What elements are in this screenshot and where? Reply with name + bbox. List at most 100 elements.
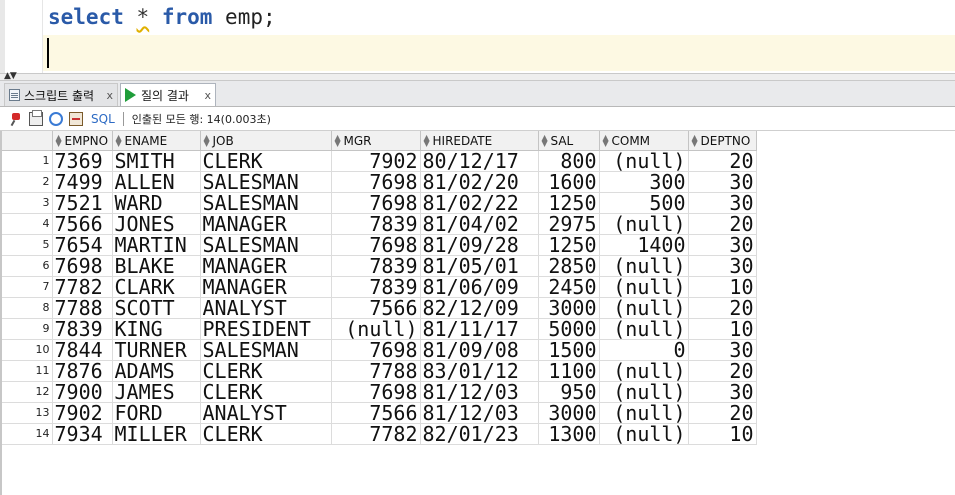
table-row[interactable]: 6 7698 BLAKE MANAGER 7839 81/05/01 2850 (null) 3… [2,255,757,277]
cell-deptno[interactable]: 30 [688,171,757,193]
cell-comm[interactable]: (null) [599,402,689,424]
cell-comm[interactable]: 1400 [599,234,689,256]
cell-hiredate[interactable]: 81/06/09 [420,276,539,298]
sort-icon[interactable]: ▲ ▼ [56,134,64,148]
table-row[interactable]: 14 7934 MILLER CLERK 7782 82/01/23 1300 (null) 1… [2,423,757,445]
table-row[interactable]: 5 7654 MARTIN SALESMAN 7698 81/09/28 1250 1400 3… [2,234,757,256]
column-header-comm[interactable]: ▲ ▼ COMM [599,131,689,151]
cell-job[interactable]: CLERK [200,360,332,382]
sort-icon[interactable]: ▲ ▼ [692,134,700,148]
cell-comm[interactable]: 300 [599,171,689,193]
cell-job[interactable]: SALESMAN [200,171,332,193]
sort-icon[interactable]: ▲ ▼ [204,134,212,148]
cell-mgr[interactable]: (null) [331,318,421,340]
cell-hiredate[interactable]: 81/02/22 [420,192,539,214]
cell-empno[interactable]: 7876 [52,360,113,382]
close-icon[interactable]: x [106,89,113,102]
cell-hiredate[interactable]: 80/12/17 [420,150,539,172]
cell-empno[interactable]: 7844 [52,339,113,361]
cell-ename[interactable]: SCOTT [112,297,201,319]
sort-icon[interactable]: ▲ ▼ [424,134,432,148]
cell-ename[interactable]: SMITH [112,150,201,172]
cell-mgr[interactable]: 7782 [331,423,421,445]
export-icon[interactable] [69,111,83,126]
cell-empno[interactable]: 7788 [52,297,113,319]
cell-mgr[interactable]: 7902 [331,150,421,172]
cell-hiredate[interactable]: 81/04/02 [420,213,539,235]
cell-mgr[interactable]: 7698 [331,171,421,193]
cell-job[interactable]: MANAGER [200,276,332,298]
cell-mgr[interactable]: 7788 [331,360,421,382]
cell-mgr[interactable]: 7698 [331,234,421,256]
cell-ename[interactable]: FORD [112,402,201,424]
table-row[interactable]: 2 7499 ALLEN SALESMAN 7698 81/02/20 1600 300 30 [2,171,757,193]
cell-comm[interactable]: (null) [599,318,689,340]
cell-comm[interactable]: 0 [599,339,689,361]
code-line[interactable]: select * from emp; [48,5,276,29]
table-row[interactable]: 3 7521 WARD SALESMAN 7698 81/02/22 1250 500 30 [2,192,757,214]
cell-empno[interactable]: 7499 [52,171,113,193]
cell-hiredate[interactable]: 82/12/09 [420,297,539,319]
cell-ename[interactable]: JONES [112,213,201,235]
cell-job[interactable]: ANALYST [200,297,332,319]
tab-query-result[interactable]: 질의 결과 x [120,83,216,106]
cell-ename[interactable]: ADAMS [112,360,201,382]
cell-empno[interactable]: 7782 [52,276,113,298]
cell-sal[interactable]: 3000 [538,402,600,424]
cell-comm[interactable]: (null) [599,150,689,172]
cell-comm[interactable]: (null) [599,213,689,235]
cell-job[interactable]: CLERK [200,423,332,445]
cell-job[interactable]: MANAGER [200,213,332,235]
sql-editor[interactable]: select * from emp; [0,0,955,73]
cell-deptno[interactable]: 20 [688,213,757,235]
cell-ename[interactable]: JAMES [112,381,201,403]
cell-deptno[interactable]: 20 [688,402,757,424]
cell-empno[interactable]: 7566 [52,213,113,235]
cell-deptno[interactable]: 30 [688,339,757,361]
cell-ename[interactable]: MILLER [112,423,201,445]
sql-button[interactable]: SQL [91,112,115,126]
cell-comm[interactable]: (null) [599,360,689,382]
sort-icon[interactable]: ▲ ▼ [116,134,124,148]
cell-sal[interactable]: 2450 [538,276,600,298]
refresh-icon[interactable] [49,111,63,126]
cell-job[interactable]: PRESIDENT [200,318,332,340]
cell-deptno[interactable]: 30 [688,234,757,256]
cell-ename[interactable]: TURNER [112,339,201,361]
cell-mgr[interactable]: 7566 [331,297,421,319]
column-header-hiredate[interactable]: ▲ ▼ HIREDATE [420,131,539,151]
cell-sal[interactable]: 1300 [538,423,600,445]
cell-hiredate[interactable]: 81/12/03 [420,402,539,424]
column-header-job[interactable]: ▲ ▼ JOB [200,131,332,151]
cell-ename[interactable]: BLAKE [112,255,201,277]
cell-sal[interactable]: 1100 [538,360,600,382]
cell-empno[interactable]: 7698 [52,255,113,277]
column-header-mgr[interactable]: ▲ ▼ MGR [331,131,421,151]
cell-job[interactable]: SALESMAN [200,339,332,361]
cell-sal[interactable]: 1600 [538,171,600,193]
cell-sal[interactable]: 1250 [538,192,600,214]
cell-hiredate[interactable]: 81/02/20 [420,171,539,193]
table-row[interactable]: 8 7788 SCOTT ANALYST 7566 82/12/09 3000 (null) 2… [2,297,757,319]
cell-comm[interactable]: (null) [599,276,689,298]
print-icon[interactable] [29,109,43,126]
pin-icon[interactable] [9,112,23,126]
column-header-empno[interactable]: ▲ ▼ EMPNO [52,131,113,151]
cell-deptno[interactable]: 20 [688,150,757,172]
cell-job[interactable]: SALESMAN [200,192,332,214]
column-header-sal[interactable]: ▲ ▼ SAL [538,131,600,151]
tab-script-output[interactable]: 스크립트 출력 x [4,83,118,106]
cell-sal[interactable]: 950 [538,381,600,403]
cell-sal[interactable]: 800 [538,150,600,172]
table-row[interactable]: 1 7369 SMITH CLERK 7902 80/12/17 800 (null) 20 [2,150,757,172]
cell-hiredate[interactable]: 81/09/28 [420,234,539,256]
column-header-ename[interactable]: ▲ ▼ ENAME [112,131,201,151]
cell-ename[interactable]: KING [112,318,201,340]
cell-comm[interactable]: (null) [599,255,689,277]
cell-comm[interactable]: (null) [599,297,689,319]
cell-deptno[interactable]: 30 [688,255,757,277]
cell-deptno[interactable]: 20 [688,360,757,382]
close-icon[interactable]: x [204,89,211,102]
cell-sal[interactable]: 2850 [538,255,600,277]
cell-sal[interactable]: 1250 [538,234,600,256]
